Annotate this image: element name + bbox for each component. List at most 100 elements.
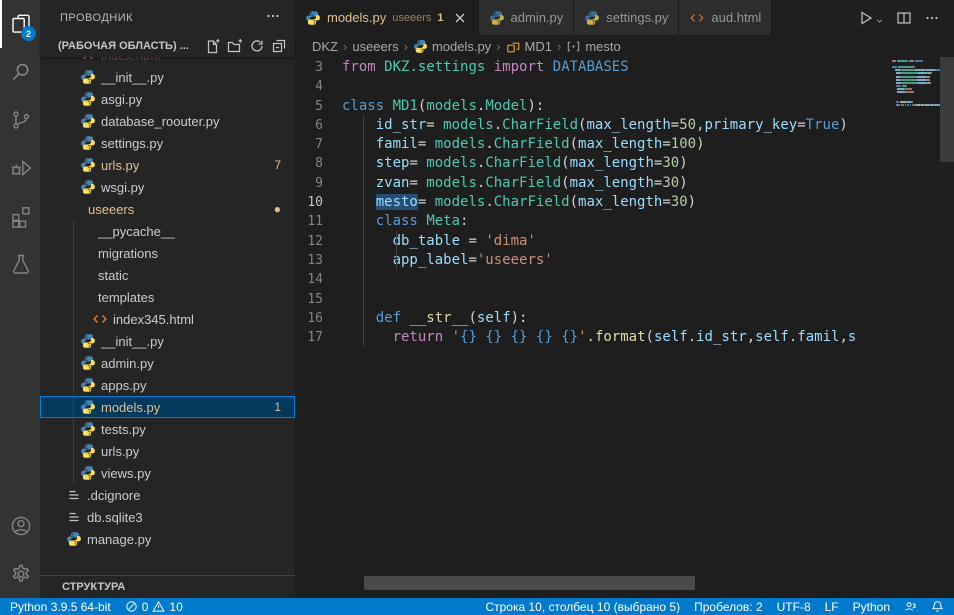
status-encoding[interactable]: UTF-8 <box>777 600 811 614</box>
activity-bar-item-explorer[interactable]: 2 <box>0 0 40 48</box>
activity-bar-item-testing[interactable] <box>0 240 40 288</box>
status-indentation[interactable]: Пробелов: 2 <box>694 600 763 614</box>
tab-admin.py[interactable]: admin.py <box>479 0 575 35</box>
tree-file-__init__.py[interactable]: __init__.py <box>40 66 295 88</box>
tree-file-.dcignore[interactable]: .dcignore <box>40 484 295 506</box>
python-file-icon <box>80 421 96 437</box>
status-python-interpreter[interactable]: Python 3.9.5 64-bit <box>10 600 111 614</box>
symbol-field-icon <box>566 39 581 54</box>
split-editor-button[interactable] <box>896 10 912 26</box>
tree-file-db.sqlite3[interactable]: db.sqlite3 <box>40 506 295 528</box>
vertical-scrollbar-thumb[interactable] <box>940 57 954 162</box>
tree-file-urls.py[interactable]: urls.py7 <box>40 154 295 176</box>
python-file-icon <box>80 333 96 349</box>
tab-label: settings.py <box>606 10 668 25</box>
run-python-file-button[interactable] <box>858 10 884 26</box>
breadcrumb-label: DKZ <box>312 39 338 54</box>
tree-folder-templates[interactable]: templates <box>40 286 295 308</box>
activity-bar-item-run-and-debug[interactable] <box>0 144 40 192</box>
python-file-icon <box>80 399 96 415</box>
tree-file-admin.py[interactable]: admin.py <box>40 352 295 374</box>
breadcrumb-MD1[interactable]: MD1 <box>506 39 552 54</box>
status-eol-sequence[interactable]: LF <box>825 600 839 614</box>
new-file-icon <box>205 38 221 54</box>
tree-folder-static[interactable]: static <box>40 264 295 286</box>
tab-settings.py[interactable]: settings.py <box>574 0 679 35</box>
code-editor[interactable]: 3from DKZ.settings import DATABASES45cla… <box>295 58 892 598</box>
line-number: 3 <box>295 58 342 77</box>
close-icon <box>452 10 468 26</box>
tree-file-settings.py[interactable]: settings.py <box>40 132 295 154</box>
breadcrumb-models.py[interactable]: models.py <box>413 39 491 54</box>
status-notifications[interactable] <box>931 600 944 613</box>
tree-file-views.py[interactable]: views.py <box>40 462 295 484</box>
line-number: 17 <box>295 328 342 347</box>
line-number: 12 <box>295 232 342 251</box>
outline-section-header[interactable]: СТРУКТУРА <box>40 575 295 598</box>
tree-file-database_roouter.py[interactable]: database_roouter.py <box>40 110 295 132</box>
editor-actions <box>858 0 954 35</box>
tree-file-asgi.py[interactable]: asgi.py <box>40 88 295 110</box>
file-label: models.py <box>101 400 160 415</box>
tree-file-urls.py[interactable]: urls.py <box>40 440 295 462</box>
workspace-section-header[interactable]: (РАБОЧАЯ ОБЛАСТЬ) ... <box>40 35 295 57</box>
explorer-actions <box>205 38 287 54</box>
status-language-mode[interactable]: Python <box>853 600 890 614</box>
html-file-icon <box>92 311 108 327</box>
outline-section-label: СТРУКТУРА <box>62 581 125 593</box>
status-label: Пробелов: 2 <box>694 600 763 614</box>
activity-bar-item-source-control[interactable] <box>0 96 40 144</box>
status-cursor-position[interactable]: Строка 10, столбец 10 (выбрано 5) <box>485 600 680 614</box>
code-line-4: 4 <box>295 77 892 96</box>
breadcrumb-DKZ[interactable]: DKZ <box>312 39 338 54</box>
run-icon <box>858 10 874 26</box>
tree-file-manage.py[interactable]: manage.py <box>40 528 295 550</box>
new-file-button[interactable] <box>205 38 221 54</box>
activity-bar-item-manage-settings[interactable] <box>0 550 40 598</box>
breadcrumb-mesto[interactable]: mesto <box>566 39 620 54</box>
refresh-explorer-button[interactable] <box>249 38 265 54</box>
collapse-folders-button[interactable] <box>271 38 287 54</box>
status-feedback[interactable] <box>904 600 917 613</box>
tab-models.py[interactable]: models.pyuseeers1 <box>295 0 479 35</box>
more-actions-button[interactable] <box>924 10 940 26</box>
python-file-icon <box>80 377 96 393</box>
status-label: Строка 10, столбец 10 (выбрано 5) <box>485 600 680 614</box>
html-file-icon <box>92 311 108 327</box>
activity-bar-item-extensions[interactable] <box>0 192 40 240</box>
activity-badge: 2 <box>21 26 36 41</box>
activity-bar-item-search[interactable] <box>0 48 40 96</box>
tree-file-__init__.py[interactable]: __init__.py <box>40 330 295 352</box>
file-label: database_roouter.py <box>101 114 220 129</box>
tree-folder-migrations[interactable]: migrations <box>40 242 295 264</box>
code-line-14: 14 <box>295 270 892 289</box>
code-line-5: 5class MD1(models.Model): <box>295 97 892 116</box>
tab-close-button[interactable] <box>452 10 468 26</box>
python-file-icon <box>80 91 96 107</box>
tree-file-apps.py[interactable]: apps.py <box>40 374 295 396</box>
code-line-9: 9 zvan= models.CharField(max_length=30) <box>295 174 892 193</box>
file-label: __init__.py <box>101 334 164 349</box>
minimap[interactable] <box>892 59 940 598</box>
tree-file-wsgi.py[interactable]: wsgi.py <box>40 176 295 198</box>
python-file-icon <box>80 157 96 173</box>
tree-file-tests.py[interactable]: tests.py <box>40 418 295 440</box>
tree-file-index345.html[interactable]: index345.html <box>40 308 295 330</box>
tab-aud.html[interactable]: aud.html <box>679 0 772 35</box>
status-problems[interactable]: 010 <box>125 600 183 614</box>
status-warning-count: 10 <box>169 600 182 614</box>
activity-bar-item-accounts[interactable] <box>0 502 40 550</box>
breadcrumb-useeers[interactable]: useeers <box>352 39 398 54</box>
explorer-more-actions-icon[interactable] <box>265 8 281 27</box>
code-line-10: 10 mesto= models.CharField(max_length=30… <box>295 193 892 212</box>
file-label: urls.py <box>101 158 139 173</box>
tree-file-models.py[interactable]: models.py1 <box>40 396 295 418</box>
horizontal-scrollbar-thumb[interactable] <box>364 576 695 590</box>
line-number: 8 <box>295 154 342 173</box>
html-file-icon <box>689 10 705 26</box>
vertical-scrollbar <box>940 57 954 598</box>
tree-folder-__pycache__[interactable]: __pycache__ <box>40 220 295 242</box>
tree-file-index.html[interactable]: index.html <box>40 57 295 66</box>
tree-folder-useeers[interactable]: useeers● <box>40 198 295 220</box>
new-folder-button[interactable] <box>227 38 243 54</box>
